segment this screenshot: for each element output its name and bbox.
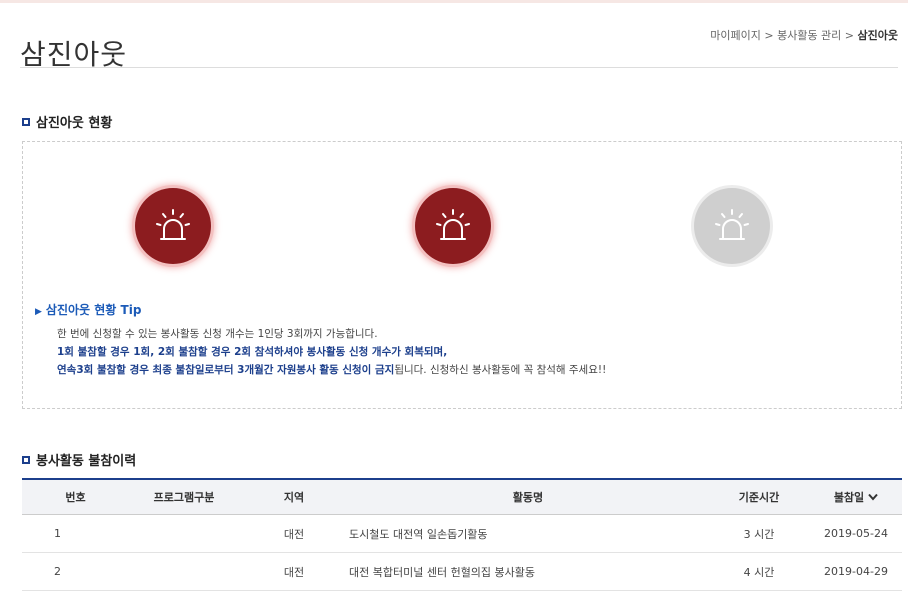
siren-strike-1 — [135, 188, 211, 264]
siren-icon — [436, 209, 470, 240]
status-panel: ▶ 삼진아웃 현황 Tip 한 번에 신청할 수 있는 봉사활동 신청 개수는 1… — [22, 141, 902, 409]
tip-title-text: 삼진아웃 현황 Tip — [45, 303, 142, 317]
table-header-row: 번호 프로그램구분 지역 활동명 기준시간 불참일 — [22, 478, 902, 515]
tip-line-3-rest: 됩니다. 신청하신 봉사활동에 꼭 참석해 주세요!! — [394, 364, 607, 376]
siren-strike-3 — [694, 188, 770, 264]
cell-date: 2019-04-29 — [810, 552, 902, 591]
col-activity: 활동명 — [349, 478, 708, 515]
tip-line-3-bold: 연속3회 불참할 경우 최종 불참일로부터 3개월간 자원봉사 활동 신청이 금… — [57, 364, 395, 376]
cell-number: 1 — [22, 514, 129, 553]
tip-line-2: 1회 불참할 경우 1회, 2회 불참할 경우 2회 참석하셔야 봉사활동 신청… — [57, 344, 447, 359]
title-divider — [20, 67, 898, 68]
tip-line-1: 한 번에 신청할 수 있는 봉사활동 신청 개수는 1인당 3회까지 가능합니다… — [57, 328, 378, 340]
col-date-label: 불참일 — [833, 491, 865, 504]
cell-hours: 3 시간 — [708, 514, 810, 553]
cell-program — [129, 514, 239, 553]
col-number: 번호 — [22, 478, 129, 515]
square-bullet-icon — [22, 117, 30, 126]
siren-strike-2 — [415, 188, 491, 264]
breadcrumb-separator: > — [764, 29, 774, 42]
breadcrumb: 마이페이지 > 봉사활동 관리 > 삼진아웃 — [710, 27, 898, 43]
breadcrumb-separator: > — [844, 29, 855, 42]
cell-activity: 도시철도 대전역 일손돕기활동 — [349, 514, 708, 553]
history-section-title-text: 봉사활동 불참이력 — [36, 454, 137, 469]
history-section-title: 봉사활동 불참이력 — [22, 450, 136, 469]
table-row[interactable]: 1 대전 도시철도 대전역 일손돕기활동 3 시간 2019-05-24 — [22, 514, 902, 553]
tip-line-2-text: 1회 불참할 경우 1회, 2회 불참할 경우 2회 참석하셔야 봉사활동 신청… — [57, 346, 448, 358]
cell-hours: 4 시간 — [708, 552, 810, 591]
cell-date: 2019-05-24 — [810, 514, 902, 553]
breadcrumb-current: 삼진아웃 — [857, 29, 898, 42]
col-region: 지역 — [239, 478, 349, 515]
siren-icon — [156, 209, 190, 240]
cell-region: 대전 — [239, 552, 349, 591]
square-bullet-icon — [22, 455, 30, 464]
breadcrumb-mypage[interactable]: 마이페이지 — [710, 29, 761, 42]
col-hours: 기준시간 — [708, 478, 810, 515]
chevron-down-icon[interactable] — [868, 491, 878, 504]
siren-icon — [715, 209, 749, 240]
tip-line-3: 연속3회 불참할 경우 최종 불참일로부터 3개월간 자원봉사 활동 신청이 금… — [57, 362, 606, 377]
col-program: 프로그램구분 — [129, 478, 239, 515]
status-section-title: 삼진아웃 현황 — [22, 112, 112, 131]
tip-title: ▶ 삼진아웃 현황 Tip — [35, 301, 141, 318]
col-date-sort[interactable]: 불참일 — [810, 478, 902, 515]
breadcrumb-volunteer[interactable]: 봉사활동 관리 — [777, 29, 841, 42]
absence-history-table: 번호 프로그램구분 지역 활동명 기준시간 불참일 1 대전 도시철도 대전역 … — [22, 478, 902, 591]
status-section-title-text: 삼진아웃 현황 — [36, 116, 113, 131]
cell-program — [129, 552, 239, 591]
cell-number: 2 — [22, 552, 129, 591]
caret-right-icon: ▶ — [35, 307, 42, 317]
table-row[interactable]: 2 대전 대전 복합터미널 센터 헌혈의집 봉사활동 4 시간 2019-04-… — [22, 552, 902, 591]
cell-activity: 대전 복합터미널 센터 헌혈의집 봉사활동 — [349, 552, 708, 591]
cell-region: 대전 — [239, 514, 349, 553]
